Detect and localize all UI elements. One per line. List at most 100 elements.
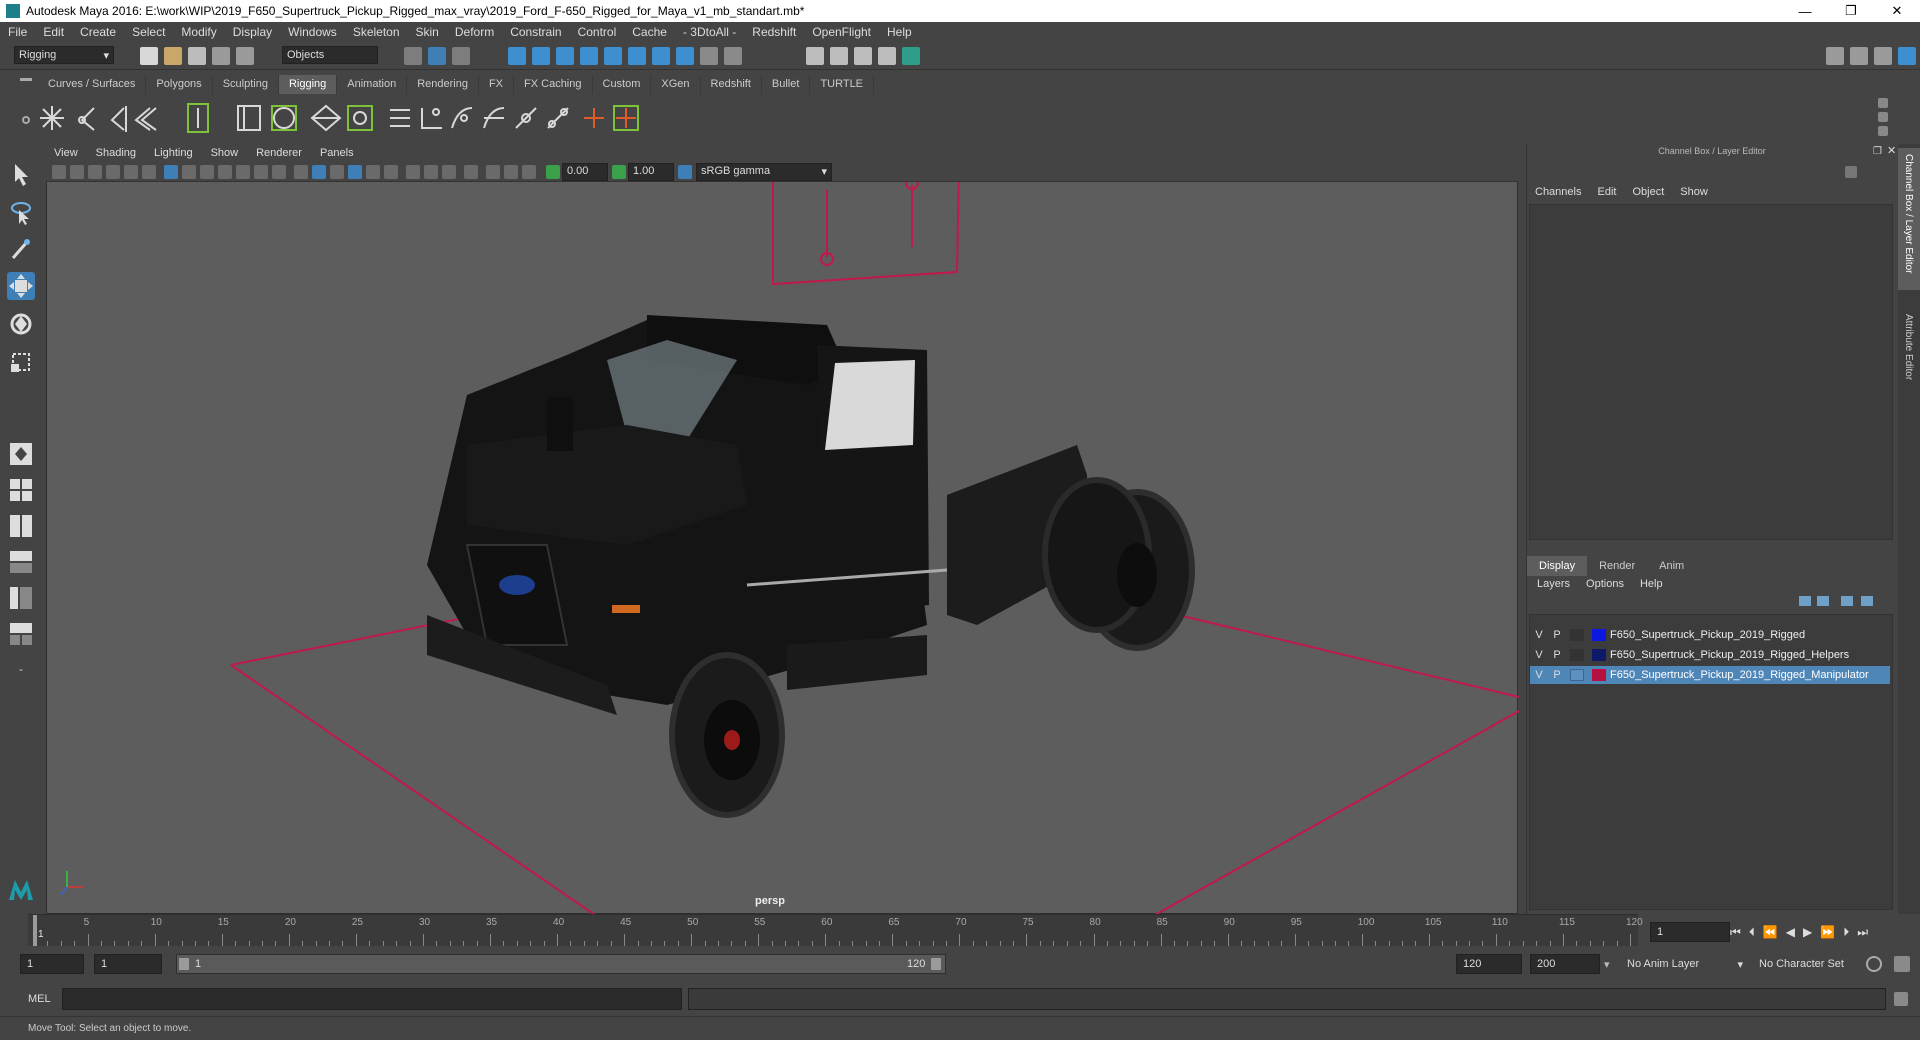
camera-select-icon[interactable] [52,165,66,179]
layer-color-swatch[interactable] [1592,669,1606,681]
current-frame-field[interactable]: 1 [1650,922,1730,942]
close-panel-icon[interactable]: ✕ [1887,144,1896,157]
2d-pan-zoom-icon[interactable] [124,165,138,179]
shelf-tab-sculpting[interactable]: Sculpting [212,75,279,94]
new-layer-from-selection-icon[interactable] [1861,596,1873,606]
snap-surface-icon[interactable] [676,47,694,65]
motion-blur-icon[interactable] [424,165,438,179]
menu-openflight[interactable]: OpenFlight [812,25,871,39]
step-forward-key-icon[interactable]: ⏩ [1820,925,1835,939]
shelf-settings-icon[interactable] [22,116,30,124]
move-tool-icon[interactable] [7,272,35,300]
shelf-tab-curves-surfaces[interactable]: Curves / Surfaces [38,75,147,94]
shelf-tab-rigging[interactable]: Rigging [278,75,338,94]
anim-layer-dropdown[interactable]: No Anim Layer ▾ [1620,954,1748,974]
menu-display[interactable]: Display [233,25,272,39]
layer-menu-options[interactable]: Options [1586,578,1624,590]
step-forward-frame-icon[interactable]: ⏵ [1843,925,1849,940]
new-scene-icon[interactable] [140,47,158,65]
screen-space-ao-icon[interactable] [406,165,420,179]
shelf-menu-icon[interactable] [1878,112,1888,122]
play-backwards-icon[interactable]: ◀ [1786,925,1795,939]
gamma-field[interactable]: 1.00 [628,163,674,181]
ipr-render-icon[interactable] [854,47,872,65]
save-scene-icon[interactable] [188,47,206,65]
redo-icon[interactable] [236,47,254,65]
layer-row-selected[interactable]: V P F650_Supertruck_Pickup_2019_Rigged_M… [1530,666,1890,684]
cluster-icon[interactable] [347,105,373,131]
animation-end-field[interactable]: 200 [1530,954,1600,974]
layer-display-type[interactable] [1570,629,1584,641]
resolution-gate-icon[interactable] [200,165,214,179]
layer-name[interactable]: F650_Supertruck_Pickup_2019_Rigged [1610,629,1805,641]
layer-tab-anim[interactable]: Anim [1647,556,1696,576]
layer-name[interactable]: F650_Supertruck_Pickup_2019_Rigged_Manip… [1610,669,1869,681]
channel-box-toggle-icon[interactable] [1898,47,1916,65]
layer-name[interactable]: F650_Supertruck_Pickup_2019_Rigged_Helpe… [1610,649,1849,661]
range-slider[interactable]: 1 120 [176,954,946,974]
render-current-frame-icon[interactable] [830,47,848,65]
locator-icon[interactable] [584,108,604,128]
channel-box-menu-show[interactable]: Show [1680,186,1708,198]
side-tab-attribute-editor[interactable]: Attribute Editor [1903,314,1914,380]
snap-curve-icon[interactable] [532,47,550,65]
paint-select-tool-icon[interactable] [7,236,35,264]
viewport-menu-renderer[interactable]: Renderer [256,147,302,159]
layer-visibility-toggle[interactable]: V [1530,629,1548,641]
selection-mode-dropdown[interactable]: Objects [282,46,378,64]
xray-joints-icon[interactable] [522,165,536,179]
xray-active-components-icon[interactable] [504,165,518,179]
command-language-label[interactable]: MEL [28,993,51,1005]
menu-create[interactable]: Create [80,25,116,39]
layer-tab-display[interactable]: Display [1527,556,1588,576]
two-pane-layout-icon[interactable] [7,512,35,540]
menu-help[interactable]: Help [887,25,912,39]
menu-constrain[interactable]: Constrain [510,25,561,39]
lattice-icon[interactable] [310,104,342,132]
ik-handle-icon[interactable] [134,107,157,131]
move-layer-down-icon[interactable] [1817,596,1829,606]
select-object-icon[interactable] [428,47,446,65]
render-view-icon[interactable] [806,47,824,65]
safe-title-icon[interactable] [272,165,286,179]
film-gate-icon[interactable] [182,165,196,179]
viewport-panel[interactable] [46,144,1519,915]
shadows-icon[interactable] [384,165,398,179]
hypershade-layout-icon[interactable] [7,620,35,648]
layout-more-icon[interactable]: - [7,656,35,684]
layer-menu-layers[interactable]: Layers [1537,578,1570,590]
gamma-icon[interactable] [612,165,626,179]
play-forwards-icon[interactable]: ▶ [1803,925,1812,939]
door-control-curve[interactable] [772,164,960,286]
lock-icon[interactable] [700,47,718,65]
pole-vector-icon[interactable] [547,107,569,129]
playback-start-field[interactable]: 1 [94,954,162,974]
shelf-tab-animation[interactable]: Animation [337,75,408,94]
chevron-down-icon[interactable]: ▾ [1604,958,1610,971]
shelf-tab-turtle[interactable]: TURTLE [810,75,875,94]
script-editor-icon[interactable] [1894,992,1908,1006]
layer-playback-toggle[interactable]: P [1548,669,1566,681]
snap-grid-icon[interactable] [508,47,526,65]
side-tab-channel-box[interactable]: Channel Box / Layer Editor [1903,154,1914,274]
menu-redshift[interactable]: Redshift [752,25,796,39]
exposure-field[interactable]: 0.00 [562,163,608,181]
color-management-icon[interactable] [678,165,692,179]
move-layer-up-icon[interactable] [1799,596,1811,606]
hypershade-icon[interactable] [902,47,920,65]
menuset-dropdown[interactable]: Rigging ▾ [14,46,114,64]
viewport-menu-panels[interactable]: Panels [320,147,354,159]
shelf-tab-redshift[interactable]: Redshift [700,75,762,94]
select-hierarchy-icon[interactable] [404,47,422,65]
maximize-button[interactable]: ❐ [1828,0,1874,22]
channel-box-options-icon[interactable] [1845,166,1857,178]
layer-display-type[interactable] [1570,649,1584,661]
insert-joint-icon[interactable] [78,107,95,131]
range-slider-start-handle[interactable] [179,958,189,970]
channel-box-menu-channels[interactable]: Channels [1535,186,1581,198]
minimize-button[interactable]: — [1782,0,1828,22]
undo-icon[interactable] [212,47,230,65]
open-scene-icon[interactable] [164,47,182,65]
shelf-scroll-down-icon[interactable] [1878,126,1888,136]
shelf-options-icon[interactable] [20,78,32,81]
